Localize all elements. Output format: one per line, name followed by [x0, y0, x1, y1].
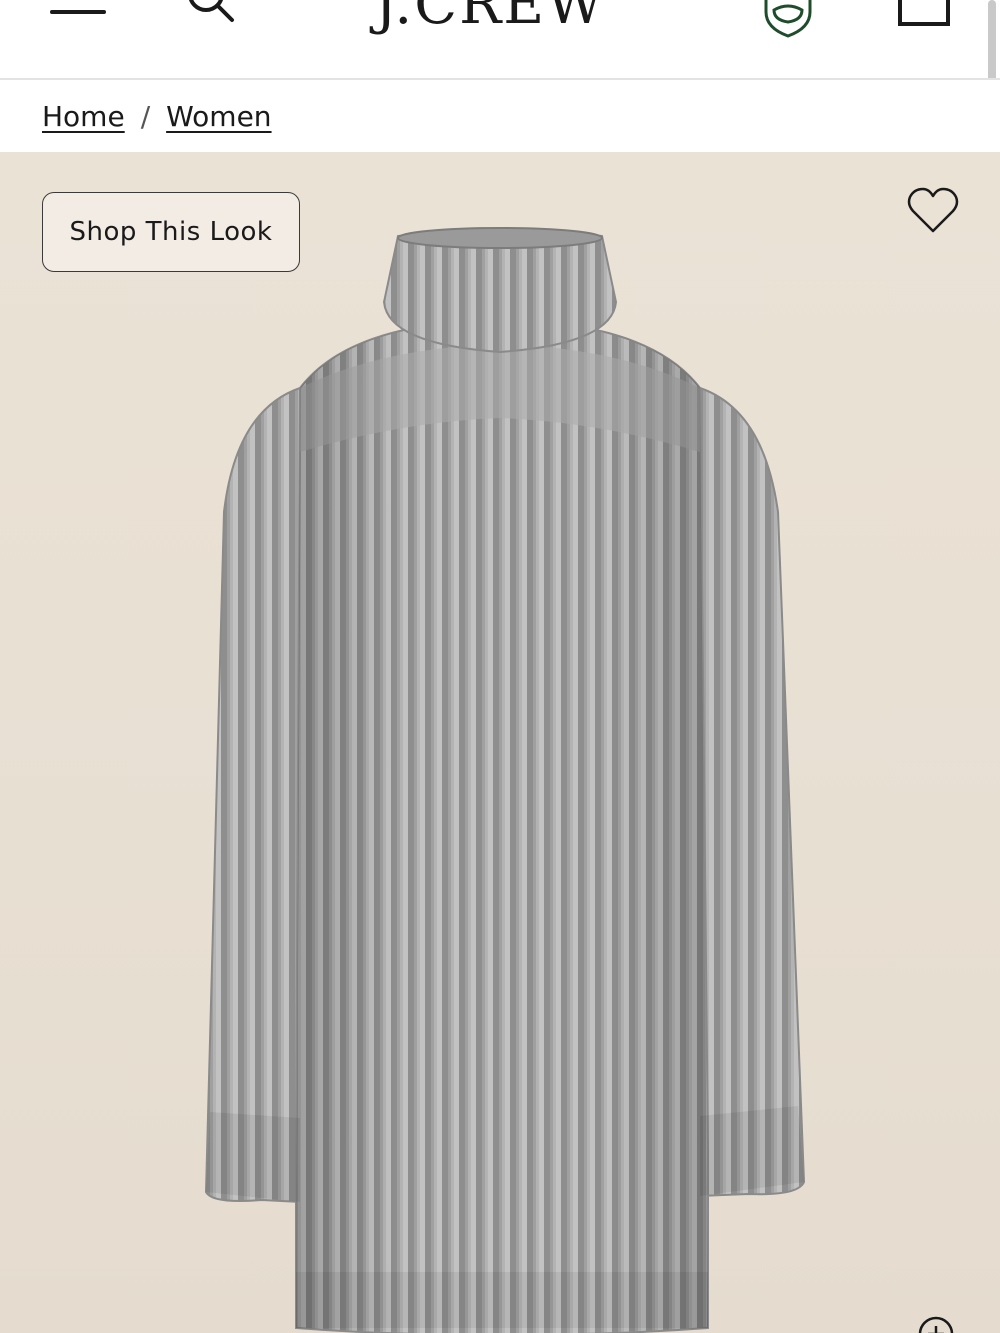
breadcrumb-home-link[interactable]: Home: [42, 100, 125, 133]
sweater-illustration: [204, 227, 806, 1333]
breadcrumb: Home / Women: [42, 96, 272, 136]
shopping-bag-icon[interactable]: [896, 0, 952, 30]
scrollbar-thumb[interactable]: [988, 0, 996, 78]
rewards-badge-icon[interactable]: [762, 0, 814, 38]
brand-logo[interactable]: J.CREW: [330, 0, 650, 40]
shop-this-look-button[interactable]: Shop This Look: [42, 192, 300, 272]
zoom-icon[interactable]: [916, 1314, 956, 1333]
product-image[interactable]: Shop This Look: [0, 152, 1000, 1333]
site-header: J.CREW: [0, 0, 1000, 80]
heart-icon[interactable]: [906, 186, 960, 236]
logo-container: J.CREW: [0, 0, 1000, 40]
breadcrumb-women-link[interactable]: Women: [166, 100, 271, 133]
breadcrumb-separator: /: [140, 99, 151, 133]
